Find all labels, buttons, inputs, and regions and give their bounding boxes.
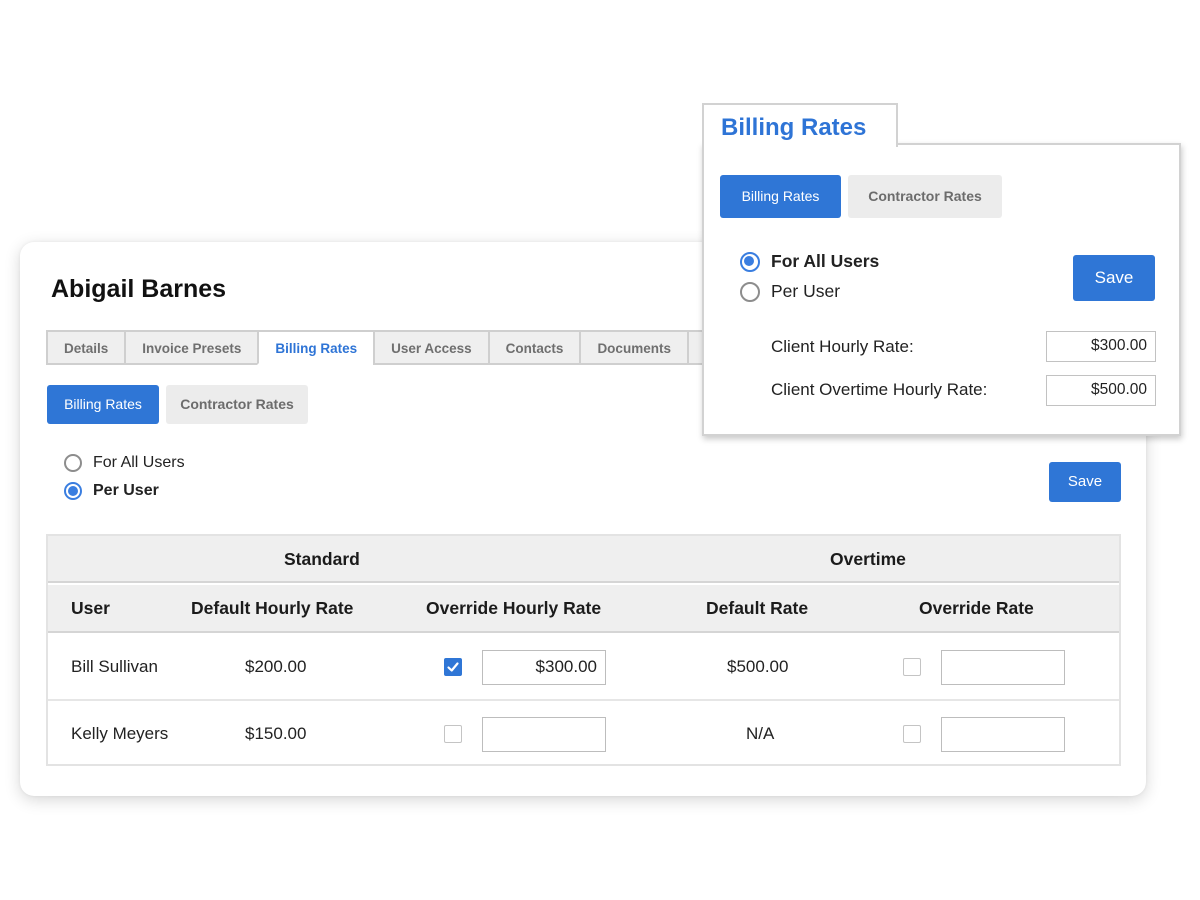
table-row: Kelly Meyers $150.00 N/A	[48, 703, 1119, 769]
billing-rates-popup: Billing Rates Contractor Rates For All U…	[702, 143, 1181, 436]
cell-default-hourly-rate: $200.00	[245, 657, 307, 676]
override-rate-checkbox[interactable]	[903, 658, 921, 676]
tab-billing-rates[interactable]: Billing Rates	[257, 330, 376, 365]
client-hourly-rate-label: Client Hourly Rate:	[771, 337, 914, 356]
column-header-override-hourly-rate: Override Hourly Rate	[426, 598, 602, 618]
popup-title: Billing Rates	[721, 114, 867, 141]
radio-button-selected[interactable]	[64, 482, 82, 500]
radio-label: Per User	[771, 281, 841, 301]
radio-for-all-users[interactable]: For All Users	[64, 454, 185, 472]
subtab-contractor-rates[interactable]: Contractor Rates	[166, 385, 308, 424]
popup-save-button[interactable]: Save	[1073, 255, 1155, 301]
cell-default-hourly-rate: $150.00	[245, 724, 307, 743]
popup-radio-per-user[interactable]: Per User	[740, 281, 840, 302]
override-hourly-input[interactable]	[482, 717, 606, 752]
client-overtime-rate-label: Client Overtime Hourly Rate:	[771, 380, 988, 399]
popup-title-tab: Billing Rates	[702, 103, 898, 147]
radio-per-user[interactable]: Per User	[64, 482, 159, 500]
detail-tabs: Details Invoice Presets Billing Rates Us…	[46, 330, 726, 365]
group-header-overtime: Overtime	[830, 549, 906, 569]
table-column-header: User Default Hourly Rate Override Hourly…	[48, 585, 1119, 633]
table-row: Bill Sullivan $200.00 $300.00 $500.00	[48, 635, 1119, 701]
radio-label: For All Users	[93, 454, 185, 471]
subtab-billing-rates[interactable]: Billing Rates	[47, 385, 159, 424]
override-hourly-input[interactable]: $300.00	[482, 650, 606, 685]
override-rate-input[interactable]	[941, 717, 1065, 752]
cell-default-rate: N/A	[746, 724, 775, 743]
client-overtime-rate-input[interactable]: $500.00	[1046, 375, 1156, 406]
column-header-default-rate: Default Rate	[706, 598, 809, 618]
cell-user: Bill Sullivan	[71, 657, 158, 676]
column-header-default-hourly-rate: Default Hourly Rate	[191, 598, 354, 618]
override-rate-input[interactable]	[941, 650, 1065, 685]
radio-button[interactable]	[740, 281, 760, 302]
rates-table: Standard Overtime User Default Hourly Ra…	[46, 534, 1121, 766]
radio-label: For All Users	[771, 251, 880, 271]
tab-invoice-presets[interactable]: Invoice Presets	[124, 330, 260, 365]
popup-subtab-billing-rates[interactable]: Billing Rates	[720, 175, 841, 218]
table-group-header: Standard Overtime	[48, 536, 1119, 583]
checkmark-icon	[447, 662, 459, 672]
cell-user: Kelly Meyers	[71, 724, 169, 743]
override-rate-checkbox[interactable]	[903, 725, 921, 743]
tab-user-access[interactable]: User Access	[373, 330, 490, 365]
save-button[interactable]: Save	[1049, 462, 1121, 502]
group-header-standard: Standard	[284, 549, 360, 569]
tab-contacts[interactable]: Contacts	[487, 330, 582, 365]
radio-button[interactable]	[64, 454, 82, 472]
cell-default-rate: $500.00	[727, 657, 789, 676]
radio-label: Per User	[93, 482, 159, 499]
override-hourly-checkbox[interactable]	[444, 725, 462, 743]
radio-button-selected[interactable]	[740, 251, 760, 272]
column-header-override-rate: Override Rate	[919, 598, 1034, 618]
tab-documents[interactable]: Documents	[579, 330, 689, 365]
override-hourly-checkbox[interactable]	[444, 658, 462, 676]
tab-details[interactable]: Details	[46, 330, 127, 365]
popup-radio-for-all-users[interactable]: For All Users	[740, 251, 879, 272]
page-title: Abigail Barnes	[51, 275, 227, 303]
popup-subtab-contractor-rates[interactable]: Contractor Rates	[848, 175, 1002, 218]
column-header-user: User	[71, 598, 110, 618]
client-hourly-rate-input[interactable]: $300.00	[1046, 331, 1156, 362]
